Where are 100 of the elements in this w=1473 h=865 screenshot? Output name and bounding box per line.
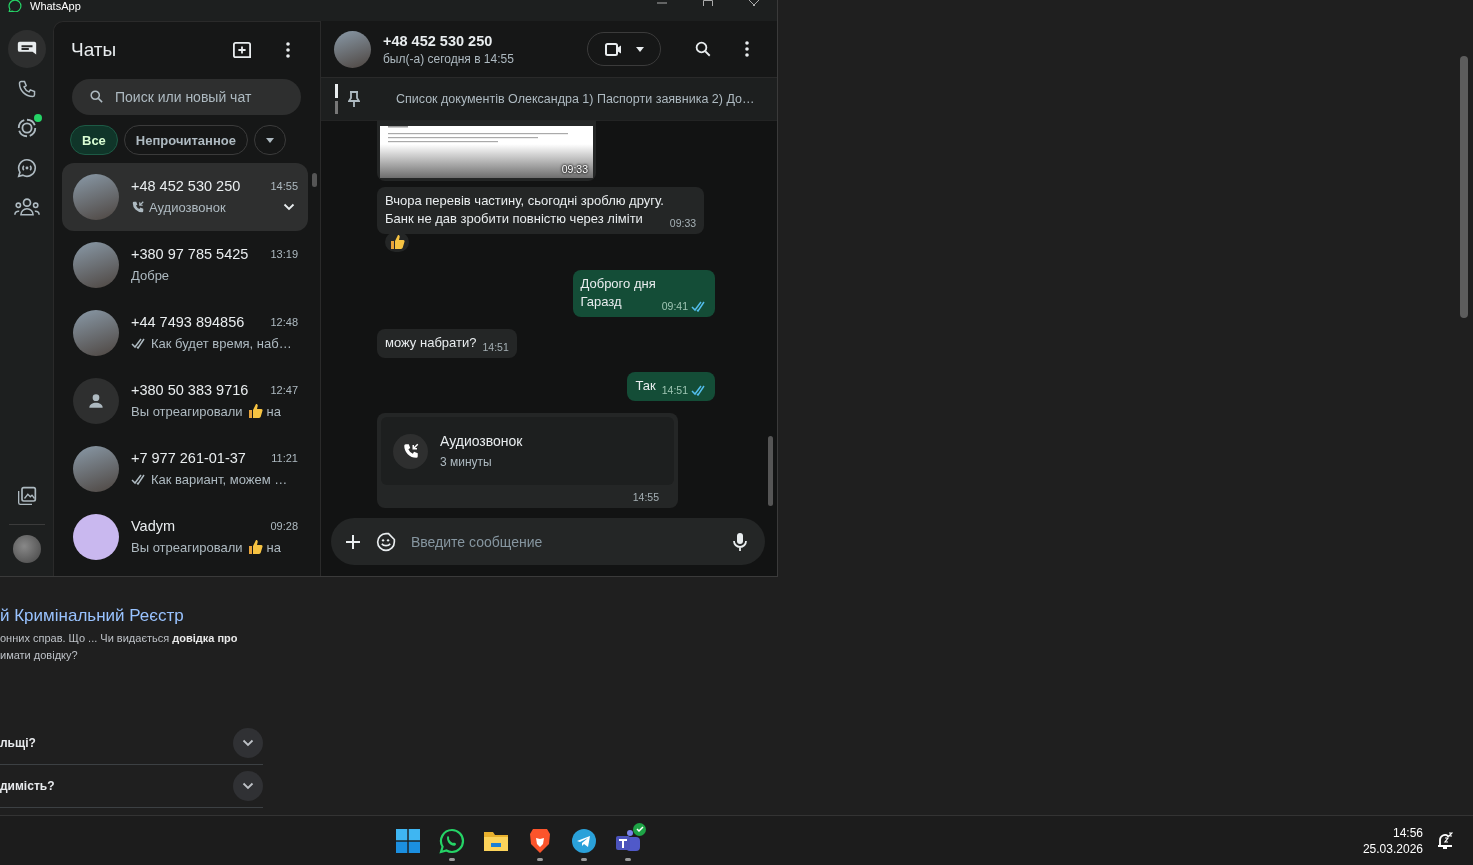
contact-name: +7 977 261-01-37 — [131, 450, 247, 466]
question-text: димість? — [0, 779, 55, 793]
message-preview: Как будет время, наб… — [151, 335, 292, 351]
avatar-photo — [73, 310, 119, 356]
caret-icon — [265, 137, 274, 143]
chat-time: 12:47 — [270, 384, 298, 396]
search-result-link[interactable]: й Кримінальний Реєстр — [0, 606, 263, 626]
profile-avatar[interactable] — [12, 535, 41, 563]
call-title: Аудиозвонок — [440, 433, 523, 449]
caret-icon — [635, 46, 644, 52]
panel-title: Чаты — [71, 38, 118, 61]
video-camera-icon — [604, 42, 622, 56]
chat-item[interactable]: Vadym 09:28 Вы отреагировали на — [62, 503, 308, 571]
double-check-icon — [691, 384, 707, 396]
avatar-photo — [73, 446, 119, 492]
message-time: 14:51 — [661, 383, 688, 398]
chat-time: 13:19 — [270, 248, 298, 260]
chevron-down-icon — [283, 203, 295, 211]
thumbs-up-icon — [246, 539, 263, 555]
phone-icon — [16, 78, 37, 99]
message-time: 14:55 — [632, 491, 659, 503]
microphone-icon — [733, 532, 747, 551]
chat-item[interactable]: +380 50 383 9716 12:47 Вы отреагировали на — [62, 367, 308, 435]
message-preview: Вы отреагировали — [131, 539, 243, 555]
message-text: Вчора перевів частину, сьогодні зроблю другу. Банк не дав зробити повністю через ліміти — [385, 192, 664, 228]
chat-item[interactable]: +48 452 530 250 14:55 Аудиозвонок — [62, 163, 308, 231]
pin-icon — [348, 91, 360, 107]
clock-date: 25.03.2026 — [1362, 841, 1423, 856]
check-icon — [635, 826, 644, 832]
double-check-icon — [131, 337, 147, 349]
pin-indicator-icon — [335, 84, 338, 114]
search-field[interactable]: Поиск или новый чат — [72, 79, 301, 115]
paper-plane-icon — [572, 828, 596, 853]
call-message[interactable]: Аудиозвонок 3 минуты 14:55 — [377, 413, 678, 508]
clock-time: 14:56 — [1392, 825, 1423, 840]
chat-item[interactable]: +380 97 785 5425 13:19 Добре — [62, 231, 308, 299]
incoming-call-icon — [131, 200, 145, 214]
message-preview: Аудиозвонок — [149, 199, 226, 215]
message-input[interactable]: Введите сообщение — [409, 532, 717, 551]
clock[interactable]: 14:56 25.03.2026 — [1362, 825, 1423, 856]
contact-name: +48 452 530 250 — [383, 32, 494, 49]
thumbs-up-icon — [246, 403, 263, 419]
chat-bubble-icon — [15, 156, 38, 179]
last-seen: был(-а) сегодня в 14:55 — [383, 51, 515, 66]
maximize-icon — [703, 0, 713, 6]
message-time: 14:51 — [482, 340, 509, 355]
incoming-call-icon — [401, 442, 420, 460]
pinned-message-bar[interactable]: Список документів Олександра 1) Паспорти заявника 2) До… — [321, 78, 777, 121]
message-composer[interactable]: Введите сообщение — [331, 518, 765, 565]
avatar-photo — [73, 242, 119, 288]
chat-item[interactable]: +7 977 261-01-37 11:21 Как вариант, можем … — [62, 435, 308, 503]
gallery-icon — [16, 485, 37, 506]
chevron-down-icon — [242, 782, 254, 790]
chevron-down-icon — [242, 739, 254, 747]
message-preview: Вы отреагировали — [131, 403, 243, 419]
window-title: WhatsApp — [30, 0, 81, 12]
question-text: льщі? — [0, 736, 36, 750]
search-icon — [694, 40, 712, 58]
whatsapp-logo-icon — [439, 827, 465, 854]
whatsapp-logo-icon — [8, 0, 22, 12]
folder-icon — [483, 829, 509, 852]
expand-button[interactable] — [233, 728, 263, 758]
chat-time: 09:28 — [270, 520, 298, 532]
message-preview: Добре — [131, 267, 170, 283]
avatar-photo — [73, 174, 119, 220]
message-preview: Как вариант, можем … — [151, 471, 288, 487]
double-check-icon — [131, 473, 147, 485]
contact-name: +48 452 530 250 — [131, 178, 242, 194]
message-time: 09:33 — [561, 163, 588, 175]
contact-name: Vadym — [131, 518, 177, 534]
new-chat-icon — [232, 40, 252, 59]
chat-time: 14:55 — [270, 180, 298, 192]
message-time: 09:41 — [661, 299, 688, 314]
chat-time: 11:21 — [271, 452, 298, 464]
person-icon — [86, 391, 106, 411]
chat-item[interactable]: +44 7493 894856 12:48 Как будет время, наб… — [62, 299, 308, 367]
nav-button[interactable] — [7, 30, 46, 68]
message-preview: на — [266, 539, 281, 555]
expand-button[interactable] — [233, 771, 263, 801]
message-preview: на — [266, 403, 281, 419]
call-duration: 3 минуты — [440, 455, 493, 469]
contact-name: +380 50 383 9716 — [131, 382, 250, 398]
teams-logo-icon — [615, 828, 641, 853]
chat-time: 12:48 — [270, 316, 298, 328]
message-text: можу набрати? — [385, 334, 477, 352]
search-result-snippet: онних справ. Що ... Чи видається довідка про имати довідку? — [0, 631, 239, 663]
pinned-message-text: Список документів Олександра 1) Паспорти заявника 2) До… — [396, 92, 755, 106]
message-time: 09:33 — [669, 216, 697, 231]
thumbs-up-icon — [389, 234, 405, 250]
avatar-photo — [73, 514, 119, 560]
avatar-photo — [334, 30, 371, 68]
close-icon — [749, 0, 759, 6]
bell-snooze-icon — [1437, 831, 1453, 850]
lion-logo-icon — [529, 827, 551, 854]
windows-logo-icon — [396, 828, 420, 853]
search-icon — [89, 89, 104, 104]
filter-chip[interactable]: Все — [70, 125, 118, 155]
smiley-sticker-icon — [376, 531, 396, 552]
message-text: Так — [635, 377, 656, 395]
menu-icon — [286, 41, 290, 58]
